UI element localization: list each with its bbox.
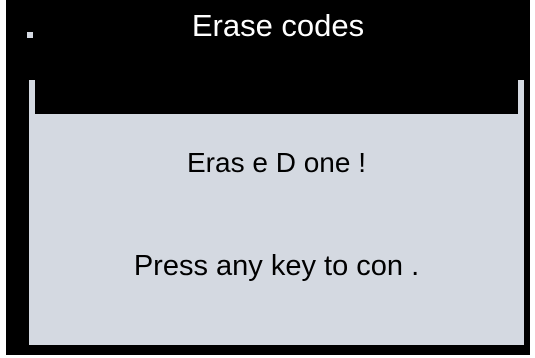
erase-done-message: Eras e D one ! [187,147,366,178]
message-dialog: Eras e D one ! Press any key to con . [29,80,524,345]
screen-title: Erase codes [191,8,365,43]
device-screen: Erase codes Eras e D one ! Press any key… [6,0,530,355]
title-bar: Erase codes [6,0,530,48]
dialog-header-bar [35,80,518,114]
press-any-key-prompt[interactable]: Press any key to con . [29,248,524,284]
